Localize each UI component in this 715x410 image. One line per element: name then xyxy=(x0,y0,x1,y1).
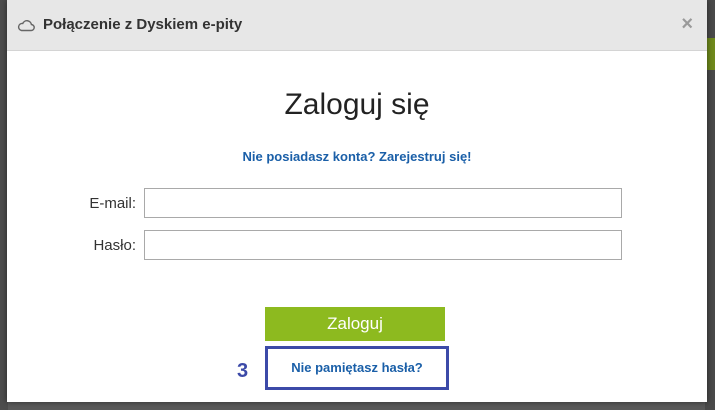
cloud-icon xyxy=(17,20,35,32)
dialog-header: Połączenie z Dyskiem e-pity × xyxy=(7,0,707,51)
register-link[interactable]: Nie posiadasz konta? Zarejestruj się! xyxy=(7,149,707,164)
login-dialog: Połączenie z Dyskiem e-pity × Zaloguj si… xyxy=(7,0,707,402)
dialog-title: Połączenie z Dyskiem e-pity xyxy=(43,16,243,33)
password-field[interactable] xyxy=(144,230,622,260)
close-icon[interactable]: × xyxy=(681,14,693,34)
step-number-badge: 3 xyxy=(237,360,249,382)
login-button[interactable]: Zaloguj xyxy=(265,307,445,341)
email-label: E-mail: xyxy=(89,195,136,212)
forgot-password-highlight: Nie pamiętasz hasła? xyxy=(265,346,449,390)
password-label: Hasło: xyxy=(93,237,136,254)
email-field[interactable] xyxy=(144,188,622,218)
page-title: Zaloguj się xyxy=(284,88,430,121)
forgot-password-link[interactable]: Nie pamiętasz hasła? xyxy=(268,360,446,375)
